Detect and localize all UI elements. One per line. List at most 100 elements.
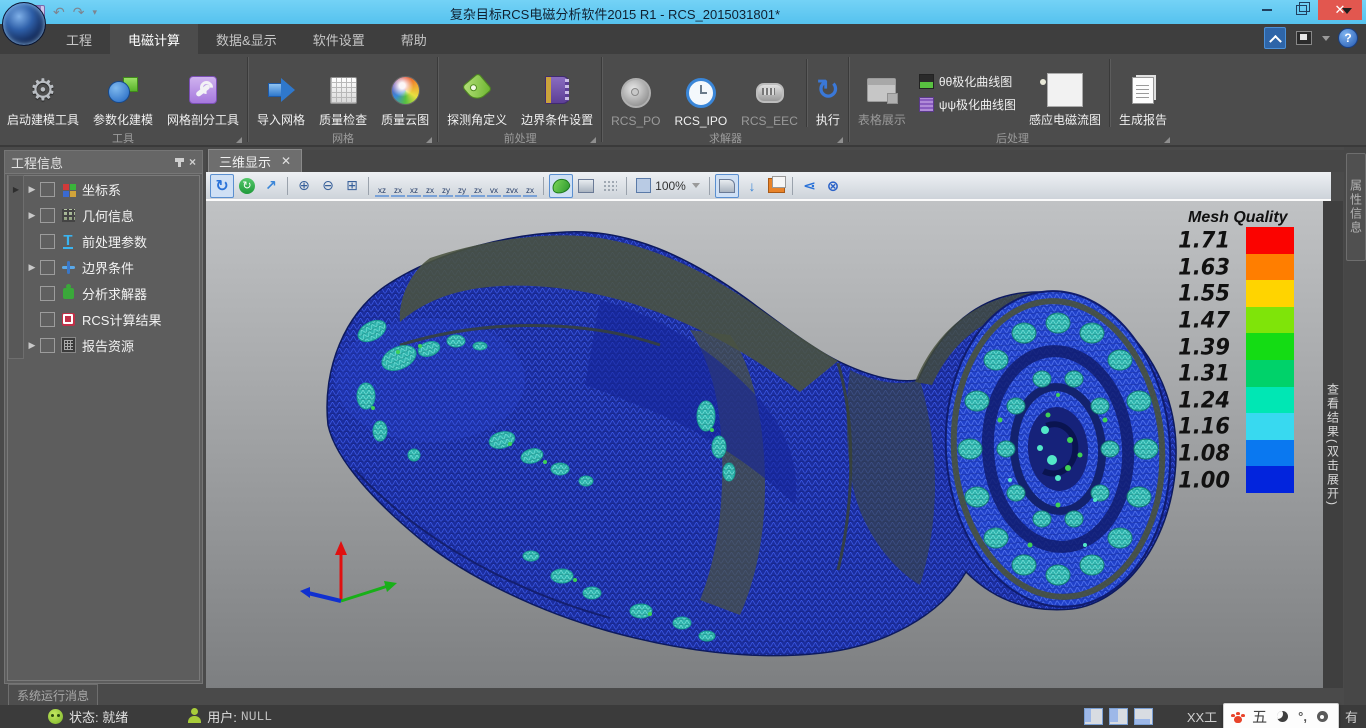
dialog-launcher-icon[interactable] <box>426 137 432 143</box>
dialog-launcher-icon[interactable] <box>1164 137 1170 143</box>
share-button[interactable]: ⋖ <box>798 175 820 197</box>
drop-down-view-button[interactable]: ↓ <box>741 175 763 197</box>
rotate-view-button[interactable]: ↻ <box>210 174 234 198</box>
tree-item-geometry-info[interactable]: ▶ 几何信息 <box>8 202 199 228</box>
dialog-launcher-icon[interactable] <box>590 137 596 143</box>
ime-punctuation-icon[interactable]: °, <box>1298 709 1307 724</box>
tree-item-boundary-conditions[interactable]: ▶ 边界条件 <box>8 254 199 280</box>
view-orientation-button[interactable]: zx <box>391 175 405 197</box>
tab-3d-display[interactable]: 三维显示 ✕ <box>208 149 302 172</box>
view-orientation-button[interactable]: zy <box>439 175 453 197</box>
zoom-out-button[interactable]: ⊖ <box>317 175 339 197</box>
layers-button[interactable] <box>765 175 787 197</box>
points-view-button[interactable] <box>599 175 621 197</box>
tree-item-analysis-solver[interactable]: 分析求解器 <box>8 280 199 306</box>
checkbox[interactable] <box>40 338 55 353</box>
menu-tab-data-display[interactable]: 数据&显示 <box>198 24 295 54</box>
zoom-level-select[interactable]: 100% <box>632 175 704 197</box>
execute-button[interactable]: ↻ 执行 <box>809 56 847 130</box>
layout-wide-panel-button[interactable] <box>1109 708 1128 725</box>
layout-bottom-panel-button[interactable] <box>1134 708 1153 725</box>
wireframe-view-button[interactable] <box>575 175 597 197</box>
menu-tab-project[interactable]: 工程 <box>48 24 110 54</box>
table-display-button[interactable]: 表格展示 <box>851 56 913 130</box>
view-results-strip[interactable]: 查看结果(双击展开) <box>1323 201 1343 688</box>
ime-halfwidth-moon-icon[interactable] <box>1277 711 1288 722</box>
view-orientation-button[interactable]: xz <box>375 175 389 197</box>
tree-item-report-resources[interactable]: ▶ 报告资源 <box>8 332 199 358</box>
dialog-launcher-icon[interactable] <box>236 137 242 143</box>
minimize-button[interactable] <box>1250 0 1284 20</box>
import-mesh-button[interactable]: 导入网格 <box>250 56 312 130</box>
boundary-condition-settings-button[interactable]: 边界条件设置 <box>514 56 600 130</box>
view-orientation-button[interactable]: vx <box>487 175 501 197</box>
checkbox[interactable] <box>40 182 55 197</box>
restore-button[interactable] <box>1284 0 1318 20</box>
zoom-in-button[interactable]: ⊕ <box>293 175 315 197</box>
app-logo[interactable] <box>2 2 46 46</box>
display-style-icon[interactable] <box>1294 28 1314 48</box>
shaded-view-button[interactable] <box>549 174 573 198</box>
checkbox[interactable] <box>40 234 55 249</box>
checkbox[interactable] <box>40 312 55 327</box>
induced-em-current-map-button[interactable]: 感应电磁流图 <box>1022 56 1108 130</box>
psi-polarization-curve-button[interactable]: ψψ极化曲线图 <box>919 96 1016 113</box>
pin-icon[interactable] <box>178 158 181 167</box>
tree-item-coordinate-system[interactable]: ▶ ▶ 坐标系 <box>8 176 199 202</box>
close-tab-icon[interactable]: ✕ <box>281 154 291 168</box>
view-orientation-button[interactable]: zy <box>455 175 469 197</box>
display-style-dropdown-icon[interactable] <box>1322 36 1330 41</box>
rcs-eec-button[interactable]: RCS_EEC <box>734 56 805 130</box>
checkbox[interactable] <box>40 208 55 223</box>
view-orientation-button[interactable]: zx <box>423 175 437 197</box>
help-icon[interactable]: ? <box>1338 28 1358 48</box>
expander-icon[interactable]: ▶ <box>24 262 40 273</box>
pan-view-button[interactable]: ↗ <box>260 175 282 197</box>
tree-item-rcs-results[interactable]: RCS计算结果 <box>8 306 199 332</box>
layout-left-panel-button[interactable] <box>1084 708 1103 725</box>
status-smiley-icon <box>48 709 63 724</box>
zoom-rect-icon <box>636 178 651 193</box>
view-orientation-button[interactable]: zvx <box>503 175 521 197</box>
ime-toolbar[interactable]: 五 °, <box>1223 703 1339 728</box>
property-info-tab[interactable]: 属性信息 <box>1346 153 1366 261</box>
ime-logo-paw-icon[interactable] <box>1234 716 1242 723</box>
close-button[interactable]: ✕ <box>1318 0 1362 20</box>
mesh-partition-tool-button[interactable]: 网格剖分工具 <box>160 56 246 130</box>
dialog-launcher-icon[interactable] <box>837 137 843 143</box>
tabbar-overflow-icon[interactable] <box>1342 8 1352 14</box>
refresh-view-button[interactable]: ↻ <box>236 175 258 197</box>
view-orientation-button[interactable]: xz <box>407 175 421 197</box>
tree-item-preprocess-params[interactable]: T 前处理参数 <box>8 228 199 254</box>
collapse-ribbon-icon[interactable] <box>1264 27 1286 49</box>
ime-settings-gear-icon[interactable] <box>1317 711 1328 722</box>
view-orientation-button[interactable]: zx <box>471 175 485 197</box>
rcs-po-button[interactable]: RCS_PO <box>604 56 667 130</box>
detect-angle-define-button[interactable]: 探测角定义 <box>440 56 514 130</box>
generate-report-button[interactable]: 生成报告 <box>1112 56 1174 130</box>
menu-tab-help[interactable]: 帮助 <box>383 24 445 54</box>
launch-modeling-tool-button[interactable]: ⚙ 启动建模工具 <box>0 56 86 130</box>
menu-tab-em-compute[interactable]: 电磁计算 <box>110 24 198 54</box>
system-messages-tab[interactable]: 系统运行消息 <box>8 684 98 706</box>
view-orientation-button[interactable]: zx <box>523 175 537 197</box>
parametric-modeling-button[interactable]: 参数化建模 <box>86 56 160 130</box>
quality-cloud-button[interactable]: 质量云图 <box>374 56 436 130</box>
close-panel-icon[interactable]: × <box>189 155 196 169</box>
row-marker: ▶ <box>8 175 24 203</box>
checkbox[interactable] <box>40 260 55 275</box>
clear-view-button[interactable]: ⊗ <box>822 175 844 197</box>
menu-tab-settings[interactable]: 软件设置 <box>295 24 383 54</box>
ime-mode-indicator[interactable]: 五 <box>1252 706 1267 727</box>
expander-icon[interactable]: ▶ <box>24 340 40 351</box>
viewport-3d-canvas[interactable]: Mesh Quality 1.711.631.551.471.391.311.2… <box>206 201 1323 688</box>
zoom-fit-button[interactable]: ⊞ <box>341 175 363 197</box>
checkbox[interactable] <box>40 286 55 301</box>
expander-icon[interactable]: ▶ <box>24 184 40 195</box>
region-select-button[interactable] <box>715 174 739 198</box>
theta-polarization-curve-button[interactable]: θθ极化曲线图 <box>919 73 1016 90</box>
quality-check-button[interactable]: 质量检查 <box>312 56 374 130</box>
rcs-ipo-button[interactable]: RCS_IPO <box>667 56 734 130</box>
expander-icon[interactable]: ▶ <box>24 210 40 221</box>
zoom-dropdown-icon[interactable] <box>692 183 700 188</box>
